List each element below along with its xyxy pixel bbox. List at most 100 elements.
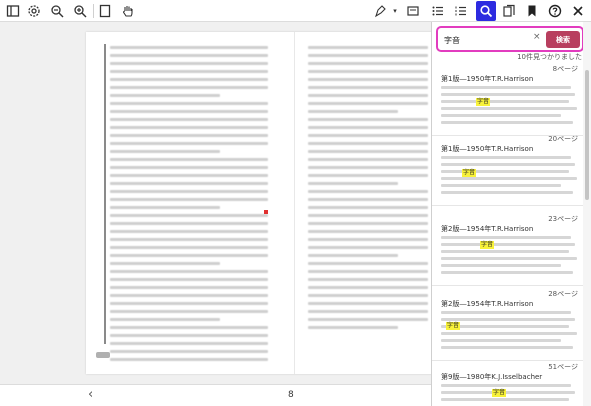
text-line	[110, 206, 220, 209]
text-line	[110, 294, 268, 297]
text-line	[308, 54, 428, 57]
result-title: 第2版―1954年T.R.Harrison	[441, 225, 534, 233]
result-title: 第1版―1950年T.R.Harrison	[441, 75, 534, 83]
text-line	[308, 238, 428, 241]
close-icon[interactable]	[568, 1, 588, 21]
text-line	[308, 310, 428, 313]
text-line	[110, 214, 268, 217]
toolbar: ▾	[0, 0, 591, 22]
result-snippet-line	[441, 398, 569, 401]
result-snippet-line	[441, 257, 577, 260]
zoom-in-icon[interactable]	[70, 1, 90, 21]
search-panel: × 検索 10件見つかりました 8ページ第1版―1950年T.R.Harriso…	[431, 22, 591, 406]
bookmark-icon[interactable]	[522, 1, 542, 21]
result-snippet-line	[441, 264, 561, 267]
page-layout-icon[interactable]	[95, 1, 115, 21]
search-result-item[interactable]: 51ページ 第9版―1980年K.J.Isselbacher 字音	[432, 362, 591, 406]
text-line	[110, 222, 268, 225]
text-line	[110, 86, 268, 89]
document-viewer[interactable]	[0, 22, 431, 384]
text-line	[110, 78, 268, 81]
text-line	[308, 262, 428, 265]
search-result-item[interactable]: 20ページ 第1版―1950年T.R.Harrison 字音	[432, 134, 591, 206]
text-line	[308, 254, 398, 257]
text-line	[308, 190, 428, 193]
result-snippet-line	[441, 271, 573, 274]
text-line	[110, 118, 268, 121]
result-title: 第2版―1954年T.R.Harrison	[441, 300, 534, 308]
result-snippet-line	[441, 170, 569, 173]
numbered-list-icon[interactable]	[451, 1, 471, 21]
text-line	[308, 46, 428, 49]
result-page: 8ページ	[552, 65, 578, 73]
text-line	[110, 54, 268, 57]
text-line	[110, 254, 268, 257]
text-line	[110, 94, 220, 97]
result-snippet-line	[441, 93, 575, 96]
text-line	[308, 222, 428, 225]
note-icon[interactable]	[403, 1, 423, 21]
result-highlight: 字音	[476, 98, 491, 106]
text-line	[110, 134, 268, 137]
text-line	[308, 182, 398, 185]
text-line	[110, 302, 268, 305]
clear-search-button[interactable]: ×	[533, 32, 541, 42]
scrollbar-thumb[interactable]	[585, 70, 589, 200]
text-line	[110, 334, 268, 337]
help-icon[interactable]	[545, 1, 565, 21]
search-button[interactable]: 検索	[546, 31, 580, 48]
text-line	[110, 166, 268, 169]
page-marker[interactable]	[96, 352, 110, 358]
text-line	[308, 78, 428, 81]
text-line	[110, 246, 268, 249]
text-line	[110, 318, 220, 321]
text-line	[110, 286, 268, 289]
text-line	[308, 94, 428, 97]
list-icon[interactable]	[428, 1, 448, 21]
text-line	[110, 110, 268, 113]
result-title: 第1版―1950年T.R.Harrison	[441, 145, 534, 153]
result-snippet-line	[441, 318, 575, 321]
text-line	[110, 326, 268, 329]
highlight-mark	[264, 210, 268, 214]
text-line	[308, 214, 428, 217]
search-input[interactable]	[444, 33, 520, 47]
result-snippet-line	[441, 156, 571, 159]
result-page: 28ページ	[548, 290, 578, 298]
result-snippet-line	[441, 100, 569, 103]
hand-tool-icon[interactable]	[118, 1, 138, 21]
zoom-out-icon[interactable]	[47, 1, 67, 21]
page-number: 8	[288, 390, 294, 400]
search-icon[interactable]	[476, 1, 496, 21]
gear-icon[interactable]	[24, 1, 44, 21]
result-page: 23ページ	[548, 215, 578, 223]
text-line	[308, 62, 428, 65]
result-snippet-line	[441, 325, 569, 328]
pen-tool-icon[interactable]	[370, 1, 390, 21]
text-line	[110, 150, 220, 153]
result-snippet-line	[441, 163, 575, 166]
text-line	[308, 102, 428, 105]
text-line	[308, 110, 398, 113]
text-line	[308, 198, 428, 201]
result-highlight: 字音	[492, 389, 507, 397]
text-line	[110, 342, 268, 345]
result-snippet-line	[441, 250, 569, 253]
search-result-item[interactable]: 23ページ 第2版―1954年T.R.Harrison 字音	[432, 214, 591, 286]
result-title: 第9版―1980年K.J.Isselbacher	[441, 373, 543, 381]
text-line	[308, 174, 428, 177]
text-line	[308, 302, 428, 305]
sidebar-toggle-icon[interactable]	[3, 1, 23, 21]
result-snippet-line	[441, 346, 573, 349]
result-highlight: 字音	[446, 322, 461, 330]
chevron-down-icon[interactable]: ▾	[389, 1, 401, 21]
text-line	[308, 318, 428, 321]
result-count: 10件見つかりました	[517, 53, 582, 61]
text-line	[308, 134, 428, 137]
text-line	[110, 182, 268, 185]
prev-page-button[interactable]: ‹	[88, 387, 93, 402]
search-result-item[interactable]: 28ページ第2版―1954年T.R.Harrison 字音	[432, 289, 591, 361]
bookmarks-icon[interactable]	[499, 1, 519, 21]
search-result-item[interactable]: 8ページ第1版―1950年T.R.Harrison 字音	[432, 64, 591, 136]
page-navigation: ‹ 8	[0, 384, 431, 406]
